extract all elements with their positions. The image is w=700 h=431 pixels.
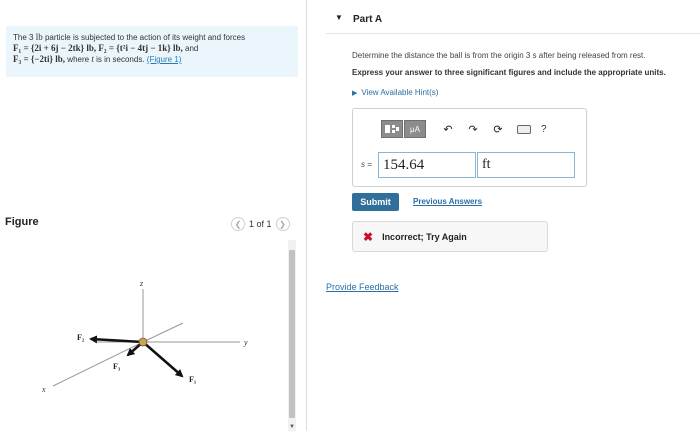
- force-f1-arrow: [142, 341, 184, 378]
- units-button[interactable]: μA: [404, 120, 426, 138]
- reset-icon[interactable]: ⟳: [487, 120, 509, 138]
- equation-toolbar: μA ↶ ↷ ⟳ ?: [381, 120, 547, 138]
- x-axis-label: x: [41, 385, 46, 394]
- answer-units-input[interactable]: ft: [477, 152, 575, 178]
- problem-where: where: [67, 55, 90, 64]
- problem-seconds: is in seconds.: [96, 55, 145, 64]
- units-button-label: μA: [410, 124, 420, 134]
- scrollbar-thumb[interactable]: [289, 250, 295, 418]
- f3-label: F₃: [113, 362, 121, 371]
- answer-box: μA ↶ ↷ ⟳ ? s = 154.64 ft: [352, 108, 587, 187]
- force-f2: F₂ = {t²i − 4tj − 1k} lb,: [98, 43, 183, 53]
- scroll-down-icon[interactable]: ▼: [288, 423, 296, 431]
- time-variable: t: [91, 54, 94, 64]
- f2-label: F₂: [77, 333, 85, 342]
- figure-pager: ❮ 1 of 1 ❯: [231, 216, 290, 232]
- collapse-caret-icon[interactable]: ▼: [335, 13, 343, 22]
- redo-icon[interactable]: ↷: [462, 120, 484, 138]
- figure-scrollbar[interactable]: ▼: [288, 240, 296, 431]
- force-f3: F₃ = {−2ti} lb,: [13, 54, 66, 64]
- answer-value-input[interactable]: 154.64: [378, 152, 476, 178]
- problem-intro: The 3: [13, 33, 34, 42]
- figure-diagram: z y x F₂ F₃ F₁: [0, 242, 287, 431]
- z-axis-label: z: [139, 279, 144, 288]
- instruction-text: Express your answer to three significant…: [352, 68, 666, 77]
- left-pane: The 3 lb particle is subjected to the ac…: [0, 0, 306, 431]
- figure-heading: Figure: [5, 216, 39, 228]
- keyboard-icon[interactable]: [517, 124, 531, 134]
- templates-icon[interactable]: [381, 120, 403, 138]
- problem-and: and: [185, 44, 199, 53]
- pager-text: 1 of 1: [249, 219, 272, 229]
- variable-label: s =: [361, 160, 372, 169]
- force-f1: F₁ = {2i + 6j − 2tk} lb,: [13, 43, 97, 53]
- f1-label: F₁: [189, 375, 197, 384]
- help-button[interactable]: ?: [541, 124, 547, 135]
- previous-answers-link[interactable]: Previous Answers: [413, 197, 482, 206]
- figure-link[interactable]: (Figure 1): [147, 55, 182, 64]
- incorrect-icon: ✖: [363, 229, 374, 244]
- chevron-left-icon[interactable]: ❮: [231, 217, 245, 231]
- feedback-message: Incorrect; Try Again: [382, 231, 467, 242]
- undo-icon[interactable]: ↶: [437, 120, 459, 138]
- provide-feedback-link[interactable]: Provide Feedback: [326, 282, 399, 292]
- chevron-right-icon[interactable]: ❯: [275, 217, 290, 231]
- weight-unit: lb: [35, 32, 43, 42]
- force-diagram-svg: z y x F₂ F₃ F₁: [41, 279, 248, 394]
- part-a-header[interactable]: ▼ Part A: [326, 6, 700, 34]
- feedback-box: ✖ Incorrect; Try Again: [352, 221, 548, 252]
- particle: [138, 337, 148, 347]
- problem-statement: The 3 lb particle is subjected to the ac…: [6, 26, 298, 77]
- hint-label: View Available Hint(s): [361, 88, 439, 97]
- part-title: Part A: [353, 14, 383, 25]
- question-text: Determine the distance the ball is from …: [352, 51, 646, 60]
- hint-caret-icon: ▶: [352, 90, 358, 97]
- view-hints-link[interactable]: ▶ View Available Hint(s): [352, 88, 438, 97]
- problem-text: particle is subjected to the action of i…: [44, 33, 246, 42]
- pane-divider: [306, 0, 307, 431]
- y-axis-label: y: [243, 338, 248, 347]
- x-axis: [52, 341, 144, 387]
- axis-extension: [142, 322, 184, 343]
- submit-button[interactable]: Submit: [352, 193, 399, 211]
